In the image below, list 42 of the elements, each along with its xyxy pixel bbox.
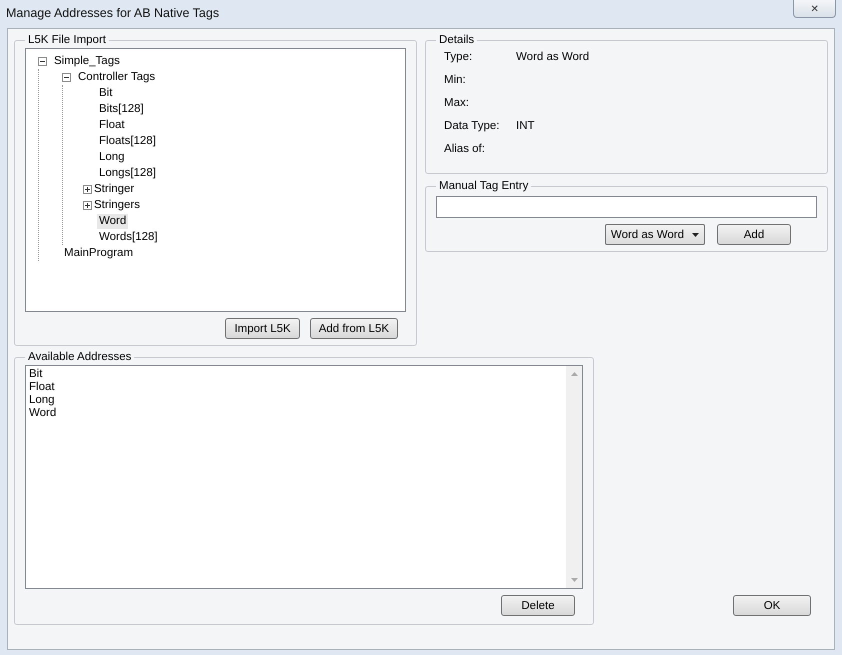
group-title: Available Addresses xyxy=(27,351,132,363)
field-value: Word as Word xyxy=(516,51,590,63)
list-item[interactable]: Bit xyxy=(29,368,42,381)
import-button[interactable]: Import L5K xyxy=(225,318,300,339)
field-value: INT xyxy=(516,120,535,132)
collapse-icon[interactable] xyxy=(38,56,47,66)
collapse-icon[interactable] xyxy=(62,72,71,82)
delete-button[interactable]: Delete xyxy=(501,595,575,616)
tree-item[interactable]: Stringers xyxy=(92,198,142,212)
field-label: Type: xyxy=(444,50,474,64)
tree-item[interactable]: Long xyxy=(97,150,127,164)
tree-item[interactable]: Longs[128] xyxy=(97,166,158,180)
field-label: Min: xyxy=(444,73,467,87)
group-title: L5K File Import xyxy=(27,34,107,46)
tree-item[interactable]: MainProgram xyxy=(62,246,136,260)
tree-item[interactable]: Bit xyxy=(97,86,114,100)
list-item[interactable]: Long xyxy=(29,394,55,407)
expand-icon[interactable] xyxy=(83,200,92,210)
list-item[interactable]: Word xyxy=(29,407,56,420)
type-dropdown[interactable]: Word as Word xyxy=(604,224,705,245)
tree-item[interactable]: Floats[128] xyxy=(97,134,158,148)
expand-icon[interactable] xyxy=(83,184,92,194)
field-label: Data Type: xyxy=(444,119,500,133)
field-label: Max: xyxy=(444,96,470,110)
import-button[interactable]: Add from L5K xyxy=(310,318,398,339)
close-button[interactable]: ✕ xyxy=(793,0,836,18)
tree-item[interactable]: Words[128] xyxy=(97,230,160,244)
tree-item[interactable]: Controller Tags xyxy=(76,70,158,84)
tree-item[interactable]: Simple_Tags xyxy=(52,54,122,68)
ok-button[interactable]: OK xyxy=(733,595,811,616)
group-title: Manual Tag Entry xyxy=(438,180,530,192)
tree-item[interactable]: Bits[128] xyxy=(97,102,146,116)
window-title: Manage Addresses for AB Native Tags xyxy=(6,5,220,20)
group-title: Details xyxy=(438,34,476,46)
tag-input-field[interactable] xyxy=(436,196,817,218)
tree-item[interactable]: Float xyxy=(97,118,127,132)
add-button[interactable]: Add xyxy=(717,224,791,245)
caret-icon xyxy=(692,232,699,236)
field-label: Alias of: xyxy=(444,142,486,156)
tree-item[interactable]: Word xyxy=(97,214,128,228)
list-item[interactable]: Float xyxy=(29,381,55,394)
tree-item[interactable]: Stringer xyxy=(92,182,136,196)
